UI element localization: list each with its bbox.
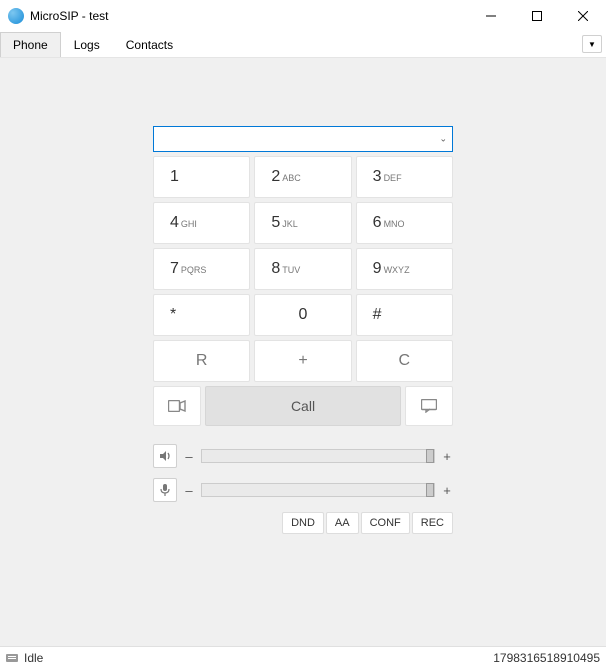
maximize-button[interactable] bbox=[514, 0, 560, 32]
speaker-volume-increase[interactable]: + bbox=[441, 449, 453, 464]
message-icon bbox=[421, 399, 437, 413]
dialer-panel: ⌄ 1 2ABC 3DEF 4GHI 5JKL 6MNO 7PQRS 8TUV … bbox=[153, 126, 453, 534]
key-digit: 7 bbox=[170, 260, 179, 278]
slider-thumb[interactable] bbox=[426, 449, 434, 463]
key-0[interactable]: 0 bbox=[254, 294, 351, 336]
key-digit: 0 bbox=[299, 306, 308, 324]
key-9[interactable]: 9WXYZ bbox=[356, 248, 453, 290]
video-call-button[interactable] bbox=[153, 386, 201, 426]
message-button[interactable] bbox=[405, 386, 453, 426]
keypad: 1 2ABC 3DEF 4GHI 5JKL 6MNO 7PQRS 8TUV 9W… bbox=[153, 156, 453, 336]
window-title: MicroSIP - test bbox=[30, 9, 468, 23]
key-digit: 4 bbox=[170, 214, 179, 232]
key-letters: MNO bbox=[384, 219, 405, 229]
window-controls bbox=[468, 0, 606, 32]
speaker-volume-decrease[interactable]: – bbox=[183, 449, 195, 464]
key-4[interactable]: 4GHI bbox=[153, 202, 250, 244]
toggle-row: DND AA CONF REC bbox=[153, 512, 453, 534]
clear-button[interactable]: C bbox=[356, 340, 453, 382]
speaker-volume-slider[interactable] bbox=[201, 449, 435, 463]
number-input[interactable] bbox=[153, 126, 453, 152]
key-letters: TUV bbox=[282, 265, 300, 275]
key-5[interactable]: 5JKL bbox=[254, 202, 351, 244]
key-digit: 9 bbox=[373, 260, 382, 278]
key-digit: * bbox=[170, 306, 176, 324]
aa-toggle[interactable]: AA bbox=[326, 512, 359, 534]
key-digit: # bbox=[373, 306, 382, 324]
mic-volume-decrease[interactable]: – bbox=[183, 483, 195, 498]
key-6[interactable]: 6MNO bbox=[356, 202, 453, 244]
tab-contacts[interactable]: Contacts bbox=[113, 32, 186, 57]
number-history-dropdown-icon[interactable]: ⌄ bbox=[439, 134, 447, 145]
rec-toggle[interactable]: REC bbox=[412, 512, 453, 534]
key-letters: JKL bbox=[282, 219, 298, 229]
key-letters: ABC bbox=[282, 173, 301, 183]
key-digit: 2 bbox=[271, 168, 280, 186]
speaker-icon[interactable] bbox=[153, 444, 177, 468]
key-digit: 6 bbox=[373, 214, 382, 232]
mic-volume-row: – + bbox=[153, 478, 453, 502]
plus-button[interactable]: + bbox=[254, 340, 351, 382]
status-bar: Idle 1798316518910495 bbox=[0, 646, 606, 668]
number-input-row: ⌄ bbox=[153, 126, 453, 152]
close-button[interactable] bbox=[560, 0, 606, 32]
status-number: 1798316518910495 bbox=[493, 651, 600, 665]
key-digit: 8 bbox=[271, 260, 280, 278]
key-digit: 1 bbox=[170, 168, 179, 186]
key-letters: PQRS bbox=[181, 265, 207, 275]
key-hash[interactable]: # bbox=[356, 294, 453, 336]
window-titlebar: MicroSIP - test bbox=[0, 0, 606, 32]
key-star[interactable]: * bbox=[153, 294, 250, 336]
speaker-volume-row: – + bbox=[153, 444, 453, 468]
status-icon bbox=[6, 652, 18, 664]
main-area: ⌄ 1 2ABC 3DEF 4GHI 5JKL 6MNO 7PQRS 8TUV … bbox=[0, 58, 606, 646]
call-button[interactable]: Call bbox=[205, 386, 401, 426]
key-3[interactable]: 3DEF bbox=[356, 156, 453, 198]
tab-logs[interactable]: Logs bbox=[61, 32, 113, 57]
tab-phone[interactable]: Phone bbox=[0, 32, 61, 57]
action-row: R + C bbox=[153, 340, 453, 382]
key-digit: 5 bbox=[271, 214, 280, 232]
tab-menu-dropdown[interactable]: ▼ bbox=[582, 35, 602, 53]
call-row: Call bbox=[153, 386, 453, 426]
key-1[interactable]: 1 bbox=[153, 156, 250, 198]
minimize-button[interactable] bbox=[468, 0, 514, 32]
key-8[interactable]: 8TUV bbox=[254, 248, 351, 290]
video-icon bbox=[168, 400, 186, 412]
tab-bar: Phone Logs Contacts ▼ bbox=[0, 32, 606, 58]
key-7[interactable]: 7PQRS bbox=[153, 248, 250, 290]
key-2[interactable]: 2ABC bbox=[254, 156, 351, 198]
dnd-toggle[interactable]: DND bbox=[282, 512, 324, 534]
conf-toggle[interactable]: CONF bbox=[361, 512, 410, 534]
microphone-icon[interactable] bbox=[153, 478, 177, 502]
redial-button[interactable]: R bbox=[153, 340, 250, 382]
key-digit: 3 bbox=[373, 168, 382, 186]
app-icon bbox=[8, 8, 24, 24]
key-letters: WXYZ bbox=[384, 265, 410, 275]
mic-volume-increase[interactable]: + bbox=[441, 483, 453, 498]
slider-thumb[interactable] bbox=[426, 483, 434, 497]
mic-volume-slider[interactable] bbox=[201, 483, 435, 497]
key-letters: DEF bbox=[384, 173, 402, 183]
status-text: Idle bbox=[24, 651, 43, 665]
key-letters: GHI bbox=[181, 219, 197, 229]
